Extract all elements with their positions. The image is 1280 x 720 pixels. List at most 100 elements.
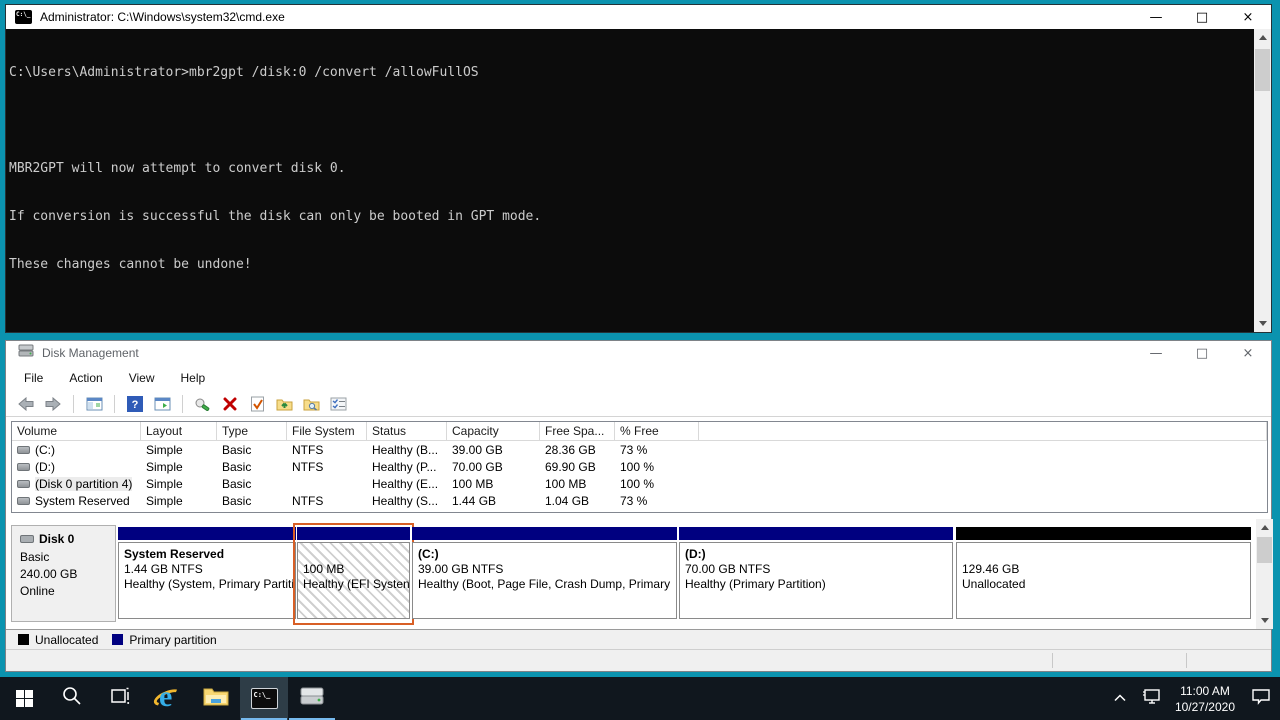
task-view-icon <box>109 686 131 711</box>
back-icon[interactable] <box>16 394 36 414</box>
volume-name: (D:) <box>35 460 55 474</box>
dm-statusbar <box>6 649 1271 671</box>
menu-help[interactable]: Help <box>181 371 206 385</box>
col-file-system[interactable]: File System <box>287 422 367 440</box>
disk0-type: Basic <box>20 550 115 565</box>
folder-search-icon[interactable] <box>301 394 321 414</box>
network-button[interactable] <box>1134 677 1168 720</box>
action-center-button[interactable] <box>1242 677 1280 720</box>
minimize-button[interactable]: — <box>1133 341 1179 365</box>
search-button[interactable] <box>48 677 96 720</box>
col-capacity[interactable]: Capacity <box>447 422 540 440</box>
partition-color-strip <box>956 527 1251 540</box>
rescan-icon[interactable] <box>193 394 213 414</box>
folder-up-icon[interactable] <box>274 394 294 414</box>
cmd-scrollbar[interactable] <box>1254 29 1271 332</box>
disk-drive-icon <box>298 684 326 713</box>
network-icon <box>1141 687 1161 710</box>
console-tree-icon[interactable] <box>84 394 104 414</box>
disk0-status: Online <box>20 584 115 599</box>
file-explorer-button[interactable] <box>192 677 240 720</box>
col-pct-free[interactable]: % Free <box>615 422 699 440</box>
scroll-up-icon[interactable] <box>1256 519 1273 536</box>
disk-icon <box>20 532 34 546</box>
partition-d[interactable]: (D:) 70.00 GB NTFS Healthy (Primary Part… <box>679 527 953 621</box>
properties-icon[interactable] <box>328 394 348 414</box>
cmd-taskbar-button[interactable]: C:\_ <box>240 677 288 720</box>
primary-partition-swatch <box>112 634 123 645</box>
menu-view[interactable]: View <box>129 371 155 385</box>
tray-chevron-button[interactable] <box>1106 677 1134 720</box>
clock-time: 11:00 AM <box>1175 683 1235 699</box>
volume-row-system-reserved[interactable]: System Reserved SimpleBasicNTFSHealthy (… <box>12 492 1267 509</box>
start-button[interactable] <box>0 677 48 720</box>
check-document-icon[interactable] <box>247 394 267 414</box>
cmd-window-title: Administrator: C:\Windows\system32\cmd.e… <box>40 10 285 24</box>
legend-bar: Unallocated Primary partition <box>6 629 1271 649</box>
partition-unallocated[interactable]: 129.46 GB Unallocated <box>956 527 1251 621</box>
chevron-up-icon <box>1113 690 1127 708</box>
disk-graphical-view: Disk 0 Basic 240.00 GB Online System Res… <box>6 519 1256 629</box>
col-free-space[interactable]: Free Spa... <box>540 422 615 440</box>
legend-unallocated: Unallocated <box>18 633 98 647</box>
volume-row-d[interactable]: (D:) SimpleBasicNTFSHealthy (P...70.00 G… <box>12 458 1267 475</box>
file-explorer-icon <box>203 686 229 711</box>
volume-table-header: Volume Layout Type File System Status Ca… <box>12 422 1267 441</box>
internet-explorer-icon: e <box>153 684 183 714</box>
partition-color-strip <box>118 527 296 540</box>
scroll-down-icon[interactable] <box>1256 612 1273 629</box>
desktop: { "icons": { "minimize": "—", "maximize"… <box>0 0 1280 720</box>
maximize-button[interactable]: □ <box>1179 5 1225 29</box>
scroll-down-icon[interactable] <box>1254 315 1271 332</box>
cmd-window-controls: — □ × <box>1133 5 1271 29</box>
taskbar-clock[interactable]: 11:00 AM10/27/2020 <box>1168 677 1242 720</box>
volume-icon <box>17 463 30 471</box>
disk0-label-panel[interactable]: Disk 0 Basic 240.00 GB Online <box>11 525 116 622</box>
partition-system-reserved[interactable]: System Reserved 1.44 GB NTFS Healthy (Sy… <box>118 527 296 621</box>
menu-file[interactable]: File <box>24 371 43 385</box>
maximize-button[interactable]: □ <box>1179 341 1225 365</box>
delete-icon[interactable] <box>220 394 240 414</box>
close-button[interactable]: × <box>1225 5 1271 29</box>
internet-explorer-button[interactable]: e <box>144 677 192 720</box>
console-line: If conversion is successful the disk can… <box>9 209 1251 225</box>
volume-name: System Reserved <box>35 494 130 508</box>
diskview-scrollbar[interactable] <box>1256 519 1273 629</box>
close-button[interactable]: × <box>1225 341 1271 365</box>
action-pane-icon[interactable] <box>152 394 172 414</box>
disk-management-icon <box>18 344 34 362</box>
dm-titlebar: Disk Management — □ × <box>6 341 1271 365</box>
disk-management-window: Disk Management — □ × File Action View H… <box>5 340 1272 672</box>
help-icon[interactable]: ? <box>125 394 145 414</box>
disk-management-taskbar-button[interactable] <box>288 677 336 720</box>
taskbar: e C:\_ 11:00 AM10/27/2020 <box>0 677 1280 720</box>
diskview-scrollbar-thumb[interactable] <box>1257 537 1272 563</box>
col-status[interactable]: Status <box>367 422 447 440</box>
cmd-app-icon: C:\_ <box>15 10 32 24</box>
volume-icon <box>17 497 30 505</box>
system-tray: 11:00 AM10/27/2020 <box>1106 677 1280 720</box>
menu-action[interactable]: Action <box>69 371 102 385</box>
forward-icon[interactable] <box>43 394 63 414</box>
svg-text:?: ? <box>132 399 139 411</box>
task-view-button[interactable] <box>96 677 144 720</box>
col-layout[interactable]: Layout <box>141 422 217 440</box>
col-type[interactable]: Type <box>217 422 287 440</box>
cmd-titlebar: C:\_ Administrator: C:\Windows\system32\… <box>6 5 1271 29</box>
volume-icon <box>17 446 30 454</box>
dm-menubar: File Action View Help <box>6 365 1271 391</box>
cmd-console[interactable]: C:\Users\Administrator>mbr2gpt /disk:0 /… <box>6 29 1271 332</box>
minimize-button[interactable]: — <box>1133 5 1179 29</box>
dm-window-controls: — □ × <box>1133 341 1271 365</box>
col-empty <box>699 422 1267 440</box>
volume-row-c[interactable]: (C:) SimpleBasicNTFSHealthy (B...39.00 G… <box>12 441 1267 458</box>
col-volume[interactable]: Volume <box>12 422 141 440</box>
scroll-up-icon[interactable] <box>1254 29 1271 46</box>
partition-efi-selected[interactable]: 100 MB Healthy (EFI Systen <box>297 527 410 621</box>
console-line: MBR2GPT will now attempt to convert disk… <box>9 161 1251 177</box>
cmd-icon: C:\_ <box>251 688 278 709</box>
volume-row-partition4[interactable]: (Disk 0 partition 4) SimpleBasicHealthy … <box>12 475 1267 492</box>
cmd-scrollbar-thumb[interactable] <box>1255 49 1270 91</box>
windows-logo-icon <box>16 690 33 707</box>
partition-c[interactable]: (C:) 39.00 GB NTFS Healthy (Boot, Page F… <box>412 527 677 621</box>
